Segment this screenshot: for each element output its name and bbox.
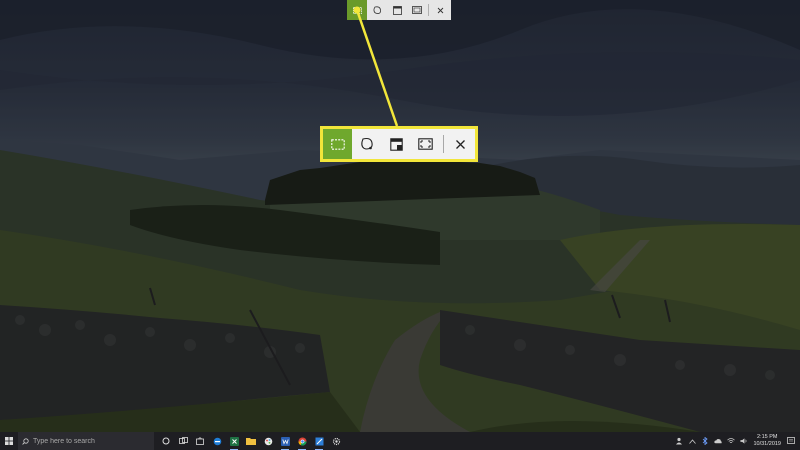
- cortana-button[interactable]: [160, 434, 172, 448]
- fullscreen-snip-button[interactable]: [407, 0, 427, 20]
- explorer-icon: [246, 438, 256, 445]
- rectangular-snip-button[interactable]: [347, 0, 367, 20]
- settings-icon: [332, 437, 340, 445]
- system-tray: 2:15 PM 10/31/2019: [675, 432, 800, 450]
- onedrive-button[interactable]: [714, 437, 723, 445]
- snip-toolbar: [347, 0, 451, 20]
- word-icon: [280, 436, 290, 446]
- cloud-icon: [714, 438, 723, 444]
- edge-icon: [213, 437, 221, 445]
- window-snip-button-magnified[interactable]: [382, 129, 411, 159]
- rectangle-snip-icon: [352, 6, 362, 14]
- taskbar-search-box[interactable]: [18, 432, 154, 450]
- network-button[interactable]: [727, 437, 736, 445]
- settings-button[interactable]: [330, 434, 342, 448]
- rectangle-snip-icon: [330, 138, 345, 150]
- fullscreen-snip-icon: [418, 138, 434, 150]
- tray-expand-button[interactable]: [688, 437, 696, 445]
- fullscreen-snip-icon: [412, 6, 422, 14]
- paint-button[interactable]: [262, 434, 274, 448]
- snip-sketch-icon: [315, 437, 323, 445]
- action-center-button[interactable]: [786, 432, 796, 450]
- chrome-icon: [297, 437, 307, 446]
- taskbar: 2:15 PM 10/31/2019: [0, 432, 800, 450]
- snip-toolbar-magnified: [320, 126, 478, 162]
- chevron-up-icon: [689, 438, 696, 444]
- window-snip-icon: [390, 137, 403, 151]
- toolbar-separator: [428, 4, 429, 16]
- close-snip-button[interactable]: [430, 0, 450, 20]
- paint-icon: [264, 437, 272, 445]
- clock-date: 10/31/2019: [753, 441, 781, 447]
- bluetooth-button[interactable]: [701, 437, 709, 445]
- taskbar-apps: [160, 434, 342, 450]
- volume-button[interactable]: [740, 437, 748, 445]
- store-icon: [196, 437, 204, 445]
- window-snip-button[interactable]: [387, 0, 407, 20]
- speaker-icon: [740, 438, 747, 444]
- desktop-wallpaper: [0, 0, 800, 432]
- edge-button[interactable]: [211, 434, 223, 448]
- store-button[interactable]: [194, 434, 206, 448]
- task-view-icon: [178, 437, 188, 444]
- snip-sketch-button[interactable]: [313, 434, 325, 450]
- rectangular-snip-button-magnified[interactable]: [323, 129, 353, 159]
- start-button[interactable]: [0, 432, 18, 450]
- freeform-snip-button-magnified[interactable]: [352, 129, 381, 159]
- notification-icon: [787, 437, 795, 444]
- word-button[interactable]: [279, 434, 291, 450]
- bluetooth-icon: [703, 437, 709, 445]
- wifi-icon: [727, 438, 736, 444]
- toolbar-separator: [442, 135, 444, 153]
- freeform-snip-button[interactable]: [367, 0, 387, 20]
- freeform-snip-icon: [361, 137, 373, 150]
- window-snip-icon: [392, 5, 402, 15]
- people-icon: [676, 437, 683, 445]
- tray-app-button[interactable]: [675, 437, 683, 445]
- close-icon: [455, 139, 465, 149]
- cortana-icon: [162, 437, 170, 445]
- chrome-button[interactable]: [296, 434, 308, 450]
- excel-button[interactable]: [228, 434, 240, 450]
- excel-icon: [229, 436, 239, 446]
- freeform-snip-icon: [373, 5, 381, 14]
- task-view-button[interactable]: [177, 434, 189, 448]
- screen-dim-overlay: [0, 0, 800, 432]
- close-icon: [437, 7, 443, 13]
- windows-logo-icon: [5, 437, 13, 445]
- clock-time: 2:15 PM: [756, 434, 778, 440]
- file-explorer-button[interactable]: [245, 434, 257, 448]
- search-icon: [22, 437, 29, 445]
- taskbar-search-input[interactable]: [33, 437, 143, 445]
- close-snip-button-magnified[interactable]: [446, 129, 475, 159]
- fullscreen-snip-button-magnified[interactable]: [411, 129, 440, 159]
- taskbar-clock[interactable]: 2:15 PM 10/31/2019: [753, 434, 781, 448]
